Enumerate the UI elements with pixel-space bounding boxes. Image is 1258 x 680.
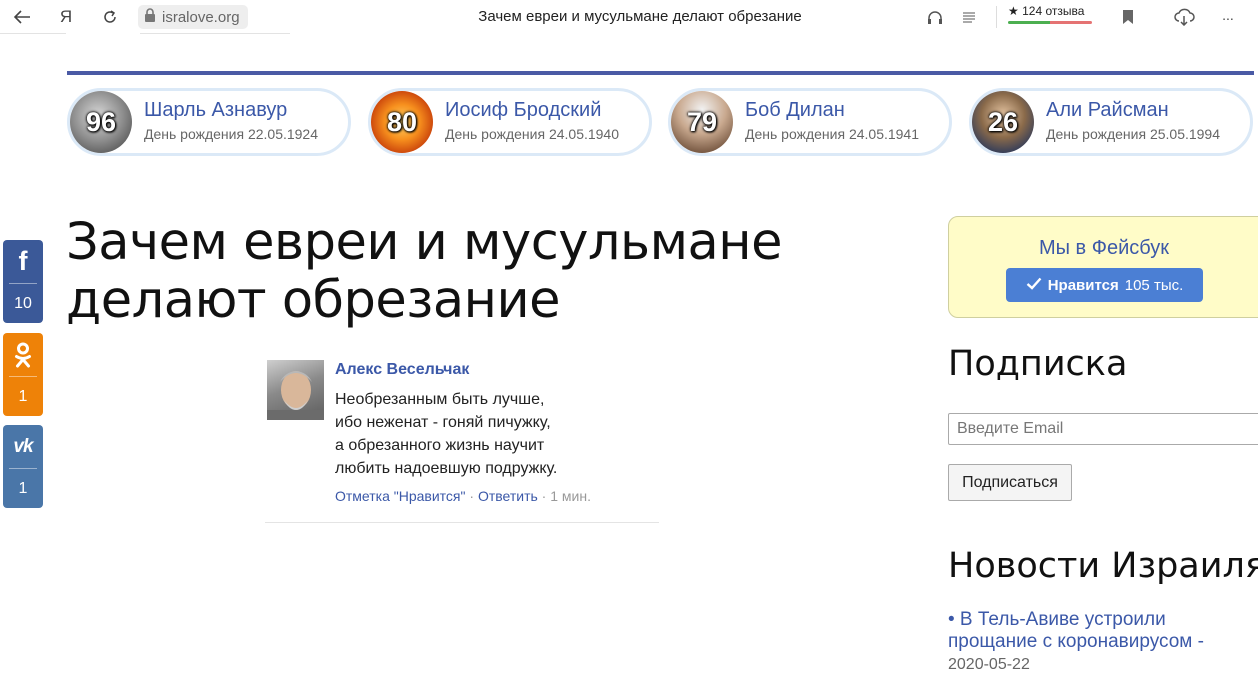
share-count: 1: [18, 387, 28, 405]
toolbar-divider: [996, 6, 997, 28]
lock-icon: [144, 8, 156, 26]
checkmark-icon: [1026, 277, 1042, 294]
birthday-card[interactable]: 79 Боб Дилан День рождения 24.05.1941: [668, 88, 952, 156]
subscribe-heading: Подписка: [948, 344, 1128, 384]
comment-reply-link[interactable]: Ответить: [478, 488, 538, 504]
facebook-like-button[interactable]: Нравится 105 тыс.: [1006, 268, 1203, 302]
avatar: 80: [371, 91, 433, 153]
yandex-label: Я: [59, 7, 73, 26]
download-cloud-icon[interactable]: [1172, 6, 1196, 28]
news-item-date: 2020-05-22: [948, 656, 1030, 673]
birth-date: День рождения 22.05.1924: [144, 126, 319, 142]
like-count: 105 тыс.: [1124, 276, 1184, 294]
reader-mode-icon[interactable]: [957, 6, 981, 28]
bookmark-icon[interactable]: [1116, 6, 1140, 28]
reviews-badge[interactable]: ★ 124 отзыва: [1008, 4, 1084, 22]
facebook-widget-title[interactable]: Мы в Фейсбук: [949, 237, 1258, 260]
birth-date: День рождения 25.05.1994: [1046, 126, 1221, 142]
comment-line: а обрезанного жизнь научит: [335, 437, 545, 454]
header-rule: [67, 71, 1254, 75]
share-count: 1: [18, 479, 28, 497]
like-label: Нравится: [1047, 276, 1119, 294]
avatar: 96: [70, 91, 132, 153]
headphones-icon[interactable]: [923, 6, 947, 28]
comment-text: Необрезанным быть лучше, ибо неженат - г…: [335, 388, 557, 480]
comment-time: 1 мин.: [550, 488, 591, 504]
person-name[interactable]: Иосиф Бродский: [445, 99, 601, 122]
comment: Алекс Весельчак Необрезанным быть лучше,…: [265, 358, 659, 523]
facebook-share-button[interactable]: f 10: [3, 240, 43, 323]
yandex-logo-icon[interactable]: Я: [54, 6, 78, 28]
page-divider: [0, 33, 66, 34]
person-name[interactable]: Боб Дилан: [745, 99, 845, 122]
action-separator: ·: [469, 488, 475, 504]
comment-line: любить надоевшую подружку.: [335, 460, 558, 477]
article-title: Зачем евреи и мусульмане делают обрезани…: [66, 213, 783, 330]
comment-line: Необрезанным быть лучше,: [335, 391, 545, 408]
browser-toolbar: Я isralove.org Зачем евреи и мусульмане …: [0, 0, 1258, 34]
birth-date: День рождения 24.05.1941: [745, 126, 920, 142]
birthday-card[interactable]: 96 Шарль Азнавур День рождения 22.05.192…: [67, 88, 351, 156]
url-text: isralove.org: [162, 8, 240, 26]
avatar: 79: [671, 91, 733, 153]
vk-icon: vk: [13, 435, 33, 457]
more-label: ...: [1222, 7, 1234, 23]
odnoklassniki-share-button[interactable]: 1: [3, 333, 43, 416]
birth-date: День рождения 24.05.1940: [445, 126, 620, 142]
share-count: 10: [14, 294, 32, 312]
comment-author-link[interactable]: Алекс Весельчак: [335, 361, 469, 379]
more-menu-icon[interactable]: ...: [1216, 4, 1240, 26]
subscribe-button[interactable]: Подписаться: [948, 464, 1072, 501]
birthday-card[interactable]: 80 Иосиф Бродский День рождения 24.05.19…: [368, 88, 652, 156]
avatar: 26: [972, 91, 1034, 153]
comment-actions: Отметка "Нравится" · Ответить · 1 мин.: [335, 488, 591, 504]
age-badge: 96: [85, 106, 117, 137]
comment-like-link[interactable]: Отметка "Нравится": [335, 488, 465, 504]
facebook-widget: Мы в Фейсбук Нравится 105 тыс.: [948, 216, 1258, 318]
age-badge: 80: [386, 106, 418, 137]
action-separator: ·: [541, 488, 547, 504]
facebook-icon: f: [18, 246, 28, 276]
person-name[interactable]: Али Райсман: [1046, 99, 1169, 122]
address-bar[interactable]: isralove.org: [138, 5, 248, 29]
person-name[interactable]: Шарль Азнавур: [144, 99, 287, 122]
back-arrow-icon[interactable]: [10, 6, 34, 28]
birthday-strip: 96 Шарль Азнавур День рождения 22.05.192…: [67, 88, 1258, 158]
news-item-link[interactable]: • В Тель-Авиве устроили прощание с корон…: [948, 609, 1248, 653]
birthday-card[interactable]: 26 Али Райсман День рождения 25.05.1994: [969, 88, 1253, 156]
odnoklassniki-icon: [3, 333, 43, 376]
vk-share-button[interactable]: vk 1: [3, 425, 43, 508]
news-heading: Новости Израиля: [948, 546, 1258, 586]
comment-line: ибо неженат - гоняй пичужку,: [335, 414, 551, 431]
age-badge: 26: [987, 106, 1019, 137]
avatar[interactable]: [267, 360, 324, 420]
email-field[interactable]: [948, 413, 1258, 445]
reload-icon[interactable]: [98, 6, 122, 28]
page-divider: [140, 33, 290, 34]
reviews-rating-bar: [1008, 21, 1092, 24]
age-badge: 79: [686, 106, 718, 137]
